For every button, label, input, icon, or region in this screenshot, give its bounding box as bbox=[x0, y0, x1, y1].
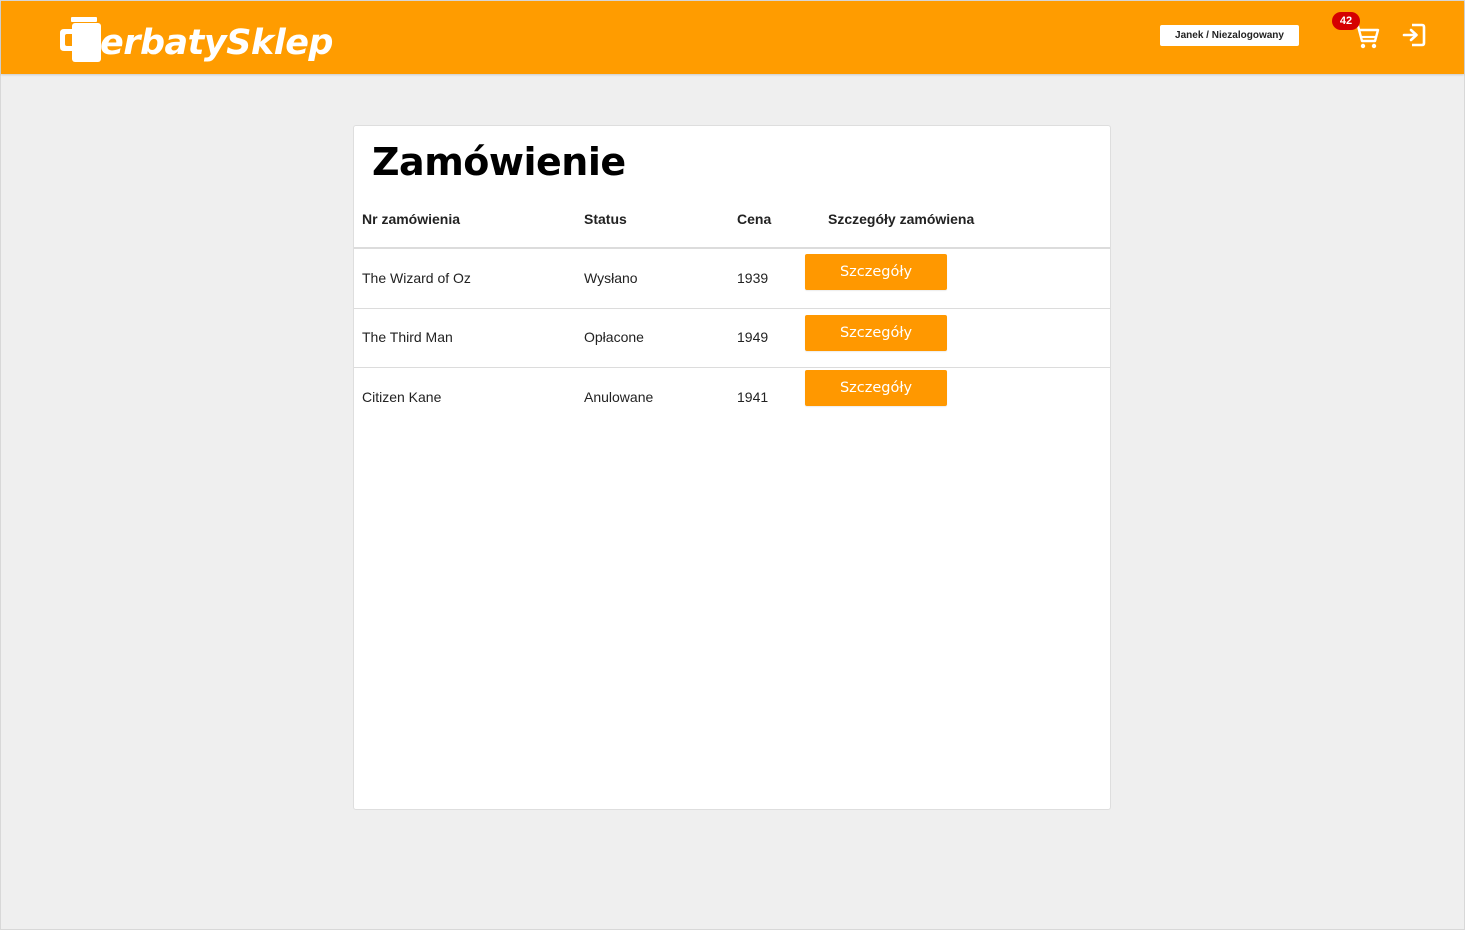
order-number-cell: Citizen Kane bbox=[362, 389, 442, 405]
user-status[interactable]: Janek / Niezalogowany bbox=[1160, 25, 1299, 46]
price-cell: 1939 bbox=[737, 270, 769, 286]
column-header-order-number: Nr zamówienia bbox=[362, 211, 461, 227]
price-cell: 1941 bbox=[737, 389, 769, 405]
order-number-cell: The Third Man bbox=[362, 329, 453, 345]
cart-count-badge: 42 bbox=[1332, 12, 1360, 30]
details-button[interactable]: Szczegóły bbox=[805, 254, 947, 290]
order-number-cell: The Wizard of Oz bbox=[362, 270, 471, 286]
logo-text: erbatySklep bbox=[100, 23, 334, 63]
orders-card: Zamówienie Nr zamówienia Status Cena Szc… bbox=[353, 125, 1111, 810]
column-header-details: Szczegóły zamówiena bbox=[828, 211, 975, 227]
logo[interactable]: erbatySklep bbox=[59, 15, 334, 65]
status-cell: Anulowane bbox=[584, 389, 654, 405]
table-row: The Wizard of Oz Wysłano 1939 Szczegóły bbox=[354, 249, 1110, 309]
status-cell: Wysłano bbox=[584, 270, 638, 286]
status-cell: Opłacone bbox=[584, 329, 644, 345]
details-button[interactable]: Szczegóły bbox=[805, 370, 947, 406]
column-header-price: Cena bbox=[737, 211, 772, 227]
table-row: The Third Man Opłacone 1949 Szczegóły bbox=[354, 308, 1110, 368]
top-bar: erbatySklep Janek / Niezalogowany 42 bbox=[1, 1, 1464, 74]
login-icon[interactable] bbox=[1399, 20, 1429, 50]
table-row: Citizen Kane Anulowane 1941 Szczegóły bbox=[354, 368, 1110, 427]
mug-icon bbox=[59, 17, 103, 63]
price-cell: 1949 bbox=[737, 329, 769, 345]
details-button[interactable]: Szczegóły bbox=[805, 315, 947, 351]
page-title: Zamówienie bbox=[372, 140, 626, 184]
column-header-status: Status bbox=[584, 211, 627, 227]
